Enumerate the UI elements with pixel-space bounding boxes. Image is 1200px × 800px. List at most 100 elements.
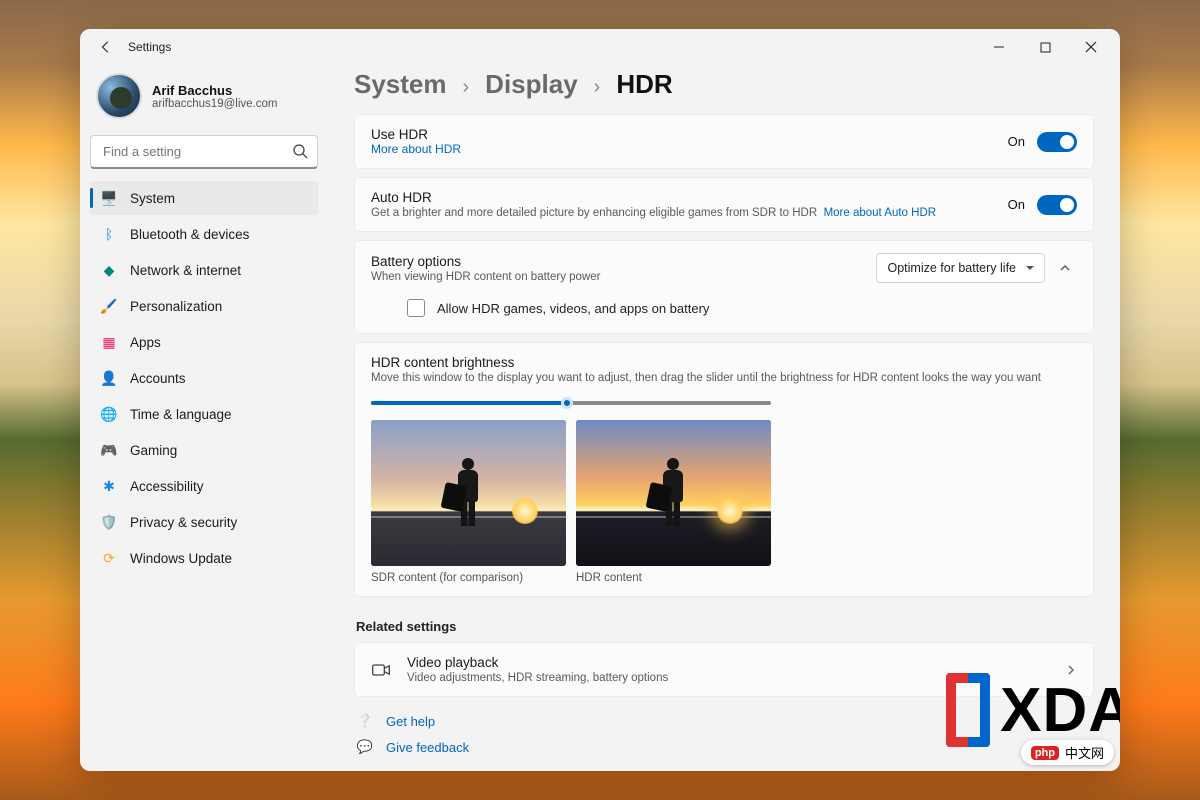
nav-accounts[interactable]: 👤 Accounts [90,361,318,395]
brightness-sub: Move this window to the display you want… [371,372,1077,384]
profile-name: Arif Bacchus [152,83,277,98]
php-badge-prefix: php [1031,746,1059,760]
profile-block[interactable]: Arif Bacchus arifbacchus19@live.com [90,67,318,133]
auto-hdr-desc: Get a brighter and more detailed picture… [371,207,817,219]
nav-privacy[interactable]: 🛡️ Privacy & security [90,505,318,539]
nav-bluetooth[interactable]: ᛒBluetooth & devices [90,217,318,251]
more-about-autohdr-link[interactable]: More about Auto HDR [824,207,937,219]
more-about-hdr-link[interactable]: More about HDR [371,142,1008,156]
give-feedback-label: Give feedback [386,740,469,755]
maximize-icon [1040,42,1051,53]
close-button[interactable] [1068,31,1114,63]
battery-options-card: Battery options When viewing HDR content… [354,240,1094,334]
window-controls [976,31,1114,63]
bluetooth-icon: ᛒ [100,225,118,243]
use-hdr-state: On [1008,134,1025,149]
accounts-icon: 👤 [100,369,118,387]
auto-hdr-toggle[interactable] [1037,195,1077,215]
chevron-right-icon: › [594,76,601,99]
php-badge: php 中文网 [1021,740,1114,765]
hdr-caption: HDR content [576,572,771,584]
feedback-icon: 💬 [356,739,374,755]
chevron-right-icon: › [463,76,470,99]
nav-personalization[interactable]: 🖌️Personalization [90,289,318,323]
privacy-icon: 🛡️ [100,513,118,531]
auto-hdr-card: Auto HDR Get a brighter and more detaile… [354,177,1094,232]
get-help-label: Get help [386,714,435,729]
nav-network[interactable]: ◆ Network & internet [90,253,318,287]
auto-hdr-title: Auto HDR [371,190,1008,205]
nav-accessibility[interactable]: ✱Accessibility [90,469,318,503]
gaming-icon: 🎮 [100,441,118,459]
nav-system[interactable]: 🖥️ System [90,181,318,215]
breadcrumb-current: HDR [616,69,672,100]
search-box [90,135,318,169]
slider-thumb[interactable] [561,397,573,409]
nav-time-language[interactable]: 🌐 Time & language [90,397,318,431]
nav-apps[interactable]: ▦ Apps [90,325,318,359]
minimize-icon [993,41,1005,53]
nav-label: Apps [130,335,161,350]
arrow-left-icon [99,40,113,54]
battery-sub: When viewing HDR content on battery powe… [371,271,876,283]
battery-select-value: Optimize for battery life [887,261,1016,275]
video-icon [371,660,391,680]
php-badge-suffix: 中文网 [1065,743,1104,762]
personalization-icon: 🖌️ [100,297,118,315]
sdr-preview-image [371,420,566,566]
minimize-button[interactable] [976,31,1022,63]
nav-windows-update[interactable]: ⟳ Windows Update [90,541,318,575]
close-icon [1085,41,1097,53]
xda-watermark: XDA [946,673,1120,747]
watermark-text: XDA [1000,675,1120,746]
battery-select[interactable]: Optimize for battery life [876,253,1045,283]
nav-label: Privacy & security [130,515,237,530]
main-content: System › Display › HDR Use HDR More abou… [328,65,1120,771]
back-button[interactable] [92,33,120,61]
search-icon [292,143,308,159]
nav-label: Gaming [130,443,177,458]
use-hdr-toggle[interactable] [1037,132,1077,152]
auto-hdr-sub: Get a brighter and more detailed picture… [371,207,1008,219]
auto-hdr-state: On [1008,197,1025,212]
network-icon: ◆ [100,261,118,279]
nav-list: 🖥️ System ᛒBluetooth & devices ◆ Network &… [90,181,318,575]
allow-hdr-on-battery-checkbox[interactable] [407,299,425,317]
sidebar: Arif Bacchus arifbacchus19@live.com 🖥️ Sy… [80,65,328,771]
collapse-button[interactable] [1059,262,1077,274]
slider-fill [371,401,567,405]
chevron-up-icon [1059,262,1071,274]
brightness-slider[interactable] [371,396,771,410]
apps-icon: ▦ [100,333,118,351]
video-title: Video playback [407,655,1049,670]
profile-email: arifbacchus19@live.com [152,98,277,110]
nav-label: Network & internet [130,263,241,278]
update-icon: ⟳ [100,549,118,567]
nav-label: Accounts [130,371,186,386]
breadcrumb-system[interactable]: System [354,69,447,100]
search-input[interactable] [90,135,318,169]
hdr-preview-image [576,420,771,566]
avatar [96,73,142,119]
bracket-icon [946,673,990,747]
brightness-card: HDR content brightness Move this window … [354,342,1094,597]
use-hdr-card: Use HDR More about HDR On [354,114,1094,169]
breadcrumb: System › Display › HDR [354,65,1094,114]
help-icon: ❔ [356,713,374,729]
window-title: Settings [128,40,171,54]
nav-label: Accessibility [130,479,204,494]
nav-label: Windows Update [130,551,232,566]
breadcrumb-display[interactable]: Display [485,69,578,100]
maximize-button[interactable] [1022,31,1068,63]
sdr-caption: SDR content (for comparison) [371,572,566,584]
allow-hdr-on-battery-label: Allow HDR games, videos, and apps on bat… [437,301,709,316]
nav-label: Time & language [130,407,232,422]
nav-label: System [130,191,175,206]
hdr-preview: HDR content [576,420,771,584]
nav-gaming[interactable]: 🎮 Gaming [90,433,318,467]
system-icon: 🖥️ [100,189,118,207]
time-language-icon: 🌐 [100,405,118,423]
settings-window: Settings Arif Bacchus arifbacchus19@live… [80,29,1120,771]
sdr-preview: SDR content (for comparison) [371,420,566,584]
titlebar: Settings [80,29,1120,65]
